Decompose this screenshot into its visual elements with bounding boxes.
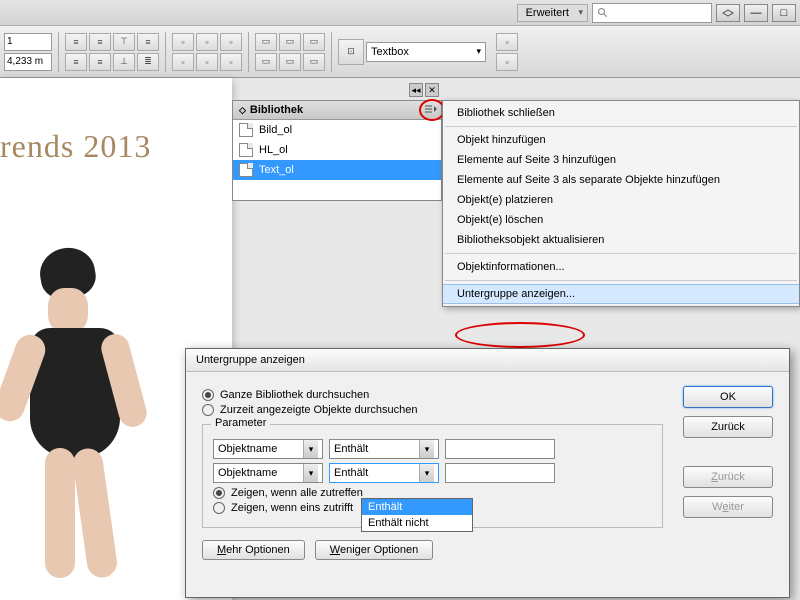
field-select-1[interactable]: Objektname [213, 439, 323, 459]
radio-search-all[interactable]: Ganze Bibliothek durchsuchen [202, 389, 663, 401]
menu-delete[interactable]: Objekt(e) löschen [443, 210, 799, 230]
fieldset-legend: Parameter [211, 417, 270, 429]
menu-add-page[interactable]: Elemente auf Seite 3 hinzufügen [443, 150, 799, 170]
library-list[interactable]: Bild_ol HL_ol Text_ol [233, 120, 441, 200]
menu-close-library[interactable]: Bibliothek schließen [443, 103, 799, 123]
radio-icon [213, 487, 225, 499]
dist-h2-button[interactable]: ▫ [196, 33, 218, 51]
misc1-button[interactable]: ▫ [496, 33, 518, 51]
dropdown-option[interactable]: Enthält nicht [362, 515, 472, 531]
radio-icon [202, 404, 214, 416]
library-item[interactable]: HL_ol [233, 140, 441, 160]
panel-title: Bibliothek [250, 104, 303, 116]
align-left-button[interactable]: ≡ [65, 33, 87, 51]
wrap3-button[interactable]: ▭ [303, 33, 325, 51]
value-input-1[interactable] [445, 439, 555, 459]
menu-place[interactable]: Objekt(e) platzieren [443, 190, 799, 210]
misc2-button[interactable]: ▫ [496, 53, 518, 71]
workspace-dropdown[interactable]: Erweitert [517, 4, 588, 22]
wrap6-button[interactable]: ▭ [303, 53, 325, 71]
maximize-button[interactable]: □ [772, 4, 796, 22]
search-icon [597, 7, 609, 19]
menu-add-object[interactable]: Objekt hinzufügen [443, 130, 799, 150]
minimize-icon: — [751, 7, 762, 19]
doc-icon [239, 163, 253, 177]
next-button: Weiter [683, 496, 773, 518]
valign-just-button[interactable]: ≣ [137, 53, 159, 71]
model-image [0, 248, 170, 600]
subgroup-dialog: Untergruppe anzeigen Ganze Bibliothek du… [185, 348, 790, 598]
minimize-button[interactable]: — [744, 4, 768, 22]
valign-bot-button[interactable]: ⊥ [113, 53, 135, 71]
wrap4-button[interactable]: ▭ [255, 53, 277, 71]
dist-h3-button[interactable]: ▫ [220, 33, 242, 51]
control-toolbar: ≡≡ ≡≡ ⊤≡ ⊥≣ ▫▫▫ ▫▫▫ ▭▭▭ ▭▭▭ ⊡ Textbox ▫ … [0, 26, 800, 78]
flyout-menu-icon [425, 105, 437, 115]
value-input-2[interactable] [445, 463, 555, 483]
library-tab[interactable]: Bibliothek [233, 101, 441, 120]
library-item[interactable]: Bild_ol [233, 120, 441, 140]
valign-mid-button[interactable]: ≡ [137, 33, 159, 51]
library-panel: ◂◂ ✕ Bibliothek Bild_ol HL_ol Text_ol [232, 100, 442, 201]
annotation-ellipse [455, 322, 585, 348]
operator-select-1[interactable]: Enthält [329, 439, 439, 459]
menu-update[interactable]: Bibliotheksobjekt aktualisieren [443, 230, 799, 250]
window-arrange-button[interactable] [716, 4, 740, 22]
object-style-icon[interactable]: ⊡ [338, 39, 364, 65]
dialog-title: Untergruppe anzeigen [186, 349, 789, 372]
search-input[interactable] [592, 3, 712, 23]
arrange-icon [721, 8, 735, 18]
object-style-select[interactable]: Textbox [366, 42, 486, 62]
more-options-button[interactable]: MMehr Optionenehr Optionen [202, 540, 305, 560]
fewer-options-button[interactable]: Weniger Optionen [315, 540, 433, 560]
panel-close-button[interactable]: ✕ [425, 83, 439, 97]
back-button: Zurück [683, 466, 773, 488]
dist-v1-button[interactable]: ▫ [172, 53, 194, 71]
wrap5-button[interactable]: ▭ [279, 53, 301, 71]
maximize-icon: □ [781, 7, 788, 19]
field-select-2[interactable]: Objektname [213, 463, 323, 483]
dropdown-option[interactable]: Enthält [362, 499, 472, 515]
menu-add-page-separate[interactable]: Elemente auf Seite 3 als separate Objekt… [443, 170, 799, 190]
doc-icon [239, 143, 253, 157]
align-center-button[interactable]: ≡ [89, 33, 111, 51]
library-item[interactable]: Text_ol [233, 160, 441, 180]
panel-collapse-button[interactable]: ◂◂ [409, 83, 423, 97]
operator-select-2[interactable]: Enthält [329, 463, 439, 483]
dist-v2-button[interactable]: ▫ [196, 53, 218, 71]
panel-flyout-menu: Bibliothek schließen Objekt hinzufügen E… [442, 100, 800, 307]
dist-v3-button[interactable]: ▫ [220, 53, 242, 71]
operator-dropdown[interactable]: Enthält Enthält nicht [361, 498, 473, 532]
cancel-button[interactable]: Zurück [683, 416, 773, 438]
columns-input[interactable] [4, 33, 52, 51]
doc-icon [239, 123, 253, 137]
menu-show-subgroup[interactable]: Untergruppe anzeigen... [443, 284, 799, 304]
panel-flyout-button[interactable] [423, 103, 439, 117]
page-heading: rends 2013 [0, 78, 232, 165]
dist-h1-button[interactable]: ▫ [172, 33, 194, 51]
radio-icon [213, 502, 225, 514]
wrap1-button[interactable]: ▭ [255, 33, 277, 51]
menu-object-info[interactable]: Objektinformationen... [443, 257, 799, 277]
align-justify-button[interactable]: ≡ [89, 53, 111, 71]
ok-button[interactable]: OK [683, 386, 773, 408]
gutter-input[interactable] [4, 53, 52, 71]
valign-top-button[interactable]: ⊤ [113, 33, 135, 51]
radio-search-current[interactable]: Zurzeit angezeigte Objekte durchsuchen [202, 404, 663, 416]
align-right-button[interactable]: ≡ [65, 53, 87, 71]
radio-icon [202, 389, 214, 401]
wrap2-button[interactable]: ▭ [279, 33, 301, 51]
